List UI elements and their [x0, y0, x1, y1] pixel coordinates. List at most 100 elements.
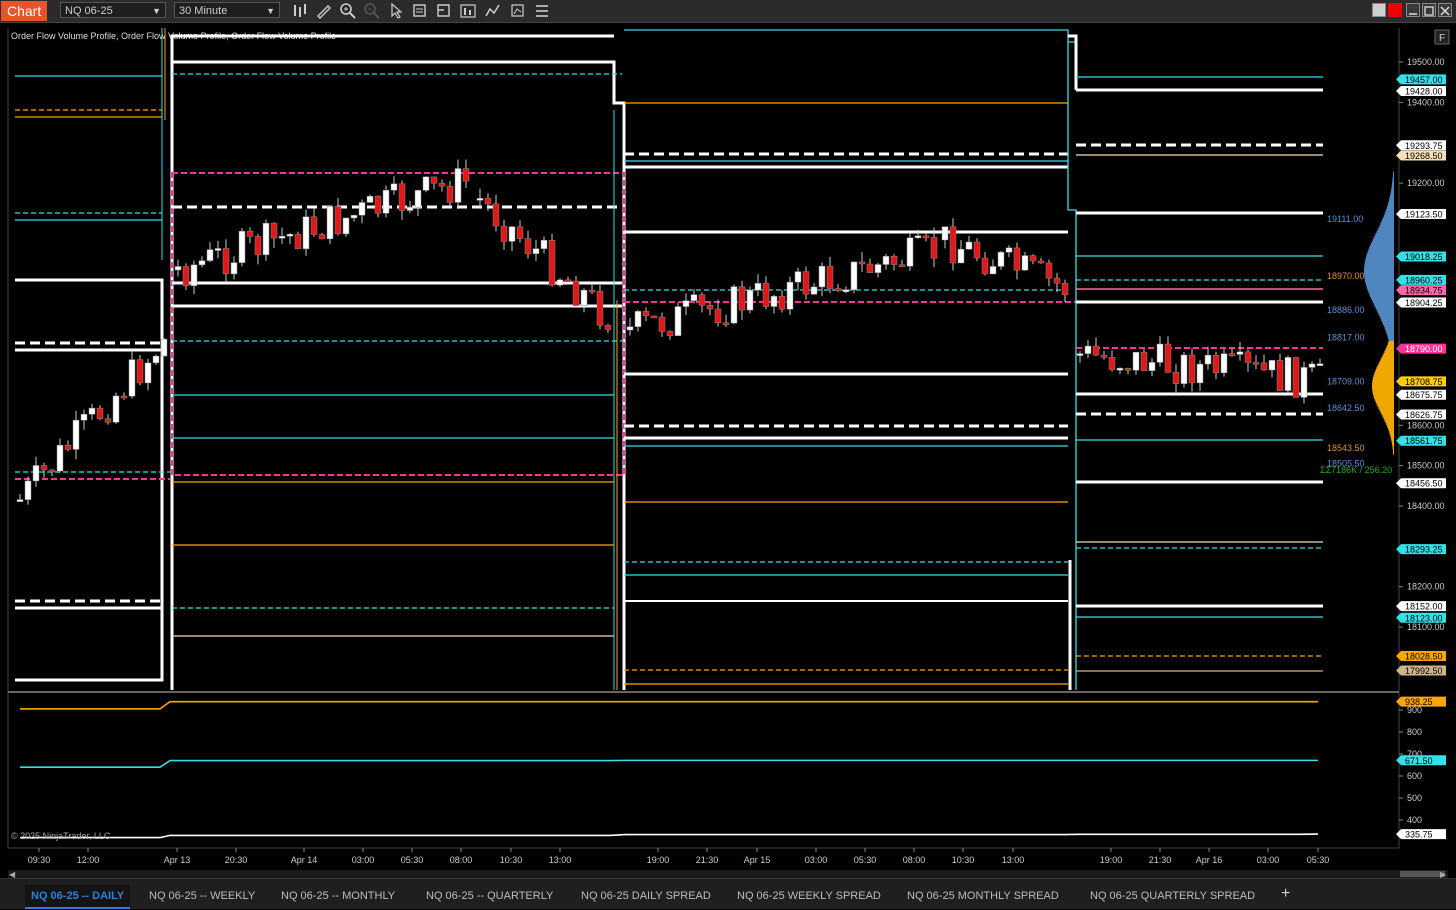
scroll-left-icon[interactable]: ◀	[9, 870, 16, 878]
minimize-button[interactable]	[1406, 3, 1420, 17]
candle-body	[222, 248, 230, 275]
candle-body	[24, 480, 32, 500]
chart-style-icon[interactable]	[459, 2, 477, 19]
candle-body	[476, 198, 484, 201]
candle-body	[1132, 351, 1140, 371]
candle-body	[182, 266, 190, 286]
candle-body	[1212, 354, 1220, 374]
close-icon	[1440, 6, 1450, 16]
candle-body	[572, 280, 580, 306]
time-tick-label: Apr 14	[291, 855, 318, 865]
candle-body	[1204, 354, 1212, 365]
candle-body	[965, 241, 973, 250]
properties-icon[interactable]	[533, 2, 551, 19]
candle-body	[1308, 363, 1316, 368]
zoom-out-icon[interactable]	[363, 2, 381, 19]
bar-type-icon[interactable]	[291, 2, 309, 19]
candle-body	[604, 325, 612, 330]
candle-body	[754, 283, 762, 291]
tab-daily[interactable]: NQ 06-25 -- DAILY	[25, 885, 131, 909]
maximize-button[interactable]	[1422, 3, 1436, 17]
candle-body	[136, 359, 144, 384]
candle-body	[1180, 354, 1188, 384]
candle-body	[1284, 357, 1292, 391]
candle-body	[390, 183, 398, 191]
candle-body	[160, 338, 168, 357]
pointer-icon[interactable]	[387, 2, 405, 19]
candle-body	[556, 279, 564, 286]
pencil-icon[interactable]	[315, 2, 333, 19]
indicators-icon[interactable]	[484, 2, 502, 19]
candle-body	[1092, 345, 1100, 356]
candle-body	[762, 283, 770, 307]
candle-body	[508, 226, 516, 242]
tab-monthly[interactable]: NQ 06-25 -- MONTHLY	[281, 885, 395, 907]
candle-body	[144, 362, 152, 384]
candle-body	[190, 264, 198, 286]
copyright-notice: © 2025 NinjaTrader, LLC	[11, 831, 111, 841]
price-marker-label: 19018.25	[1405, 252, 1443, 262]
tab-bar: NQ 06-25 -- DAILY NQ 06-25 -- WEEKLY NQ …	[0, 878, 1456, 909]
scrollbar-thumb[interactable]	[1400, 871, 1445, 877]
candle-body	[794, 271, 802, 283]
candle-body	[254, 236, 262, 256]
chart-trader-icon[interactable]	[435, 2, 453, 19]
tab-monthly-spread[interactable]: NQ 06-25 MONTHLY SPREAD	[907, 885, 1059, 907]
candle-body	[350, 215, 358, 219]
candle-body	[882, 256, 890, 265]
chevron-down-icon: ▼	[266, 6, 275, 16]
candle-body	[88, 407, 96, 415]
lower-tick-label: 600	[1407, 771, 1422, 781]
candle-body	[32, 465, 40, 482]
time-tick-label: 10:30	[952, 855, 975, 865]
candle-body	[382, 190, 390, 214]
candle-body	[532, 248, 540, 254]
zoom-in-icon[interactable]	[339, 2, 357, 19]
candle-body	[484, 198, 492, 205]
price-marker-label: 18904.25	[1405, 298, 1443, 308]
candle-body	[842, 289, 850, 293]
candle-body	[730, 286, 738, 324]
candle-body	[80, 413, 88, 421]
candle-body	[374, 196, 382, 214]
price-marker-label: 19457.00	[1405, 75, 1443, 85]
tab-daily-spread[interactable]: NQ 06-25 DAILY SPREAD	[581, 885, 711, 907]
candle-body	[104, 418, 112, 423]
tab-quarterly[interactable]: NQ 06-25 -- QUARTERLY	[426, 885, 553, 907]
interval-selector[interactable]: 30 Minute ▼	[174, 2, 280, 18]
time-tick-label: 12:00	[77, 855, 100, 865]
price-marker-label: 18960.25	[1405, 275, 1443, 285]
tab-weekly-spread[interactable]: NQ 06-25 WEEKLY SPREAD	[737, 885, 881, 907]
tab-quarterly-spread[interactable]: NQ 06-25 QUARTERLY SPREAD	[1090, 885, 1255, 907]
time-tick-label: Apr 15	[744, 855, 771, 865]
price-chart[interactable]: Order Flow Volume Profile, Order Flow Vo…	[0, 23, 1456, 878]
time-tick-label: 19:00	[647, 855, 670, 865]
tab-weekly[interactable]: NQ 06-25 -- WEEKLY	[149, 885, 255, 907]
strategies-icon[interactable]	[509, 2, 527, 19]
candle-body	[548, 240, 556, 286]
time-tick-label: 05:30	[401, 855, 424, 865]
candle-body	[1124, 368, 1132, 371]
maximize-icon	[1424, 6, 1434, 16]
candle-body	[1061, 282, 1069, 296]
candle-body	[858, 261, 866, 265]
candle-body	[430, 176, 438, 184]
candle-body	[1196, 363, 1204, 384]
instrument-value: NQ 06-25	[65, 5, 113, 17]
data-box-icon[interactable]	[411, 2, 429, 19]
candle-body	[989, 266, 997, 275]
indicator-marker-label: 335.75	[1405, 830, 1433, 840]
candle-body	[1045, 262, 1053, 279]
link-color-icon[interactable]	[1372, 3, 1386, 17]
candle-body	[666, 331, 674, 336]
horizontal-scrollbar[interactable]	[8, 870, 1448, 878]
candle-body	[658, 316, 666, 332]
minimize-icon	[1409, 13, 1417, 15]
instrument-selector[interactable]: NQ 06-25 ▼	[60, 2, 166, 18]
instrument-link-icon[interactable]	[1388, 3, 1402, 17]
scroll-right-icon[interactable]: ▶	[1440, 870, 1447, 878]
time-tick-label: 05:30	[854, 855, 877, 865]
close-button[interactable]	[1438, 3, 1452, 17]
add-tab-button[interactable]: +	[1281, 883, 1295, 905]
candle-body	[540, 240, 548, 249]
